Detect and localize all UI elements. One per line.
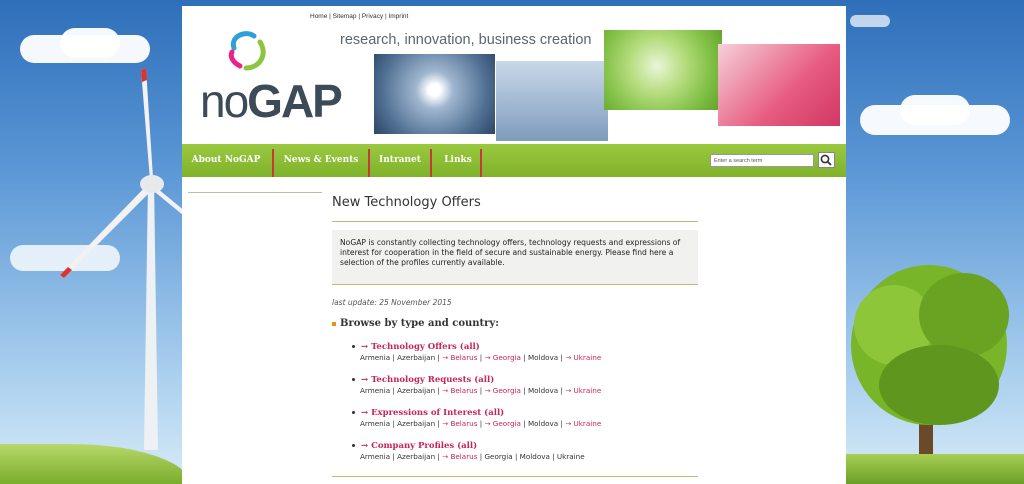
intro-box: NoGAP is constantly collecting technolog… <box>332 230 698 284</box>
cloud <box>60 28 120 58</box>
separator: | <box>520 386 528 395</box>
nav-divider <box>480 149 482 177</box>
country-link[interactable]: → Ukraine <box>565 419 601 428</box>
search-button[interactable] <box>818 152 835 168</box>
bullet-icon <box>352 411 355 414</box>
header-image-hands-light <box>374 54 495 134</box>
nav-divider <box>430 149 432 177</box>
country-label: Azerbaijan <box>397 386 436 395</box>
logo-text-no: no <box>200 75 249 127</box>
separator: | <box>549 452 557 461</box>
nav-intranet[interactable]: Intranet <box>374 144 426 177</box>
country-link[interactable]: → Belarus <box>442 386 477 395</box>
divider <box>332 221 698 222</box>
country-link[interactable]: → Georgia <box>484 386 521 395</box>
expressions-of-interest-link[interactable]: → Expressions of Interest (all) <box>361 408 504 418</box>
page-container: Home | Sitemap | Privacy | Imprint noGAP… <box>182 6 846 484</box>
separator: | <box>520 353 528 362</box>
country-label: Ukraine <box>556 452 585 461</box>
tree-image <box>851 265 1009 484</box>
logo-text-gap: GAP <box>247 75 343 127</box>
technology-requests-link[interactable]: → Technology Requests (all) <box>361 375 494 385</box>
technology-offers-link[interactable]: → Technology Offers (all) <box>361 342 480 352</box>
header-image-city <box>496 61 608 141</box>
bullet-icon <box>352 378 355 381</box>
grass-right <box>844 454 1024 484</box>
country-link[interactable]: → Belarus <box>442 419 477 428</box>
country-label: Azerbaijan <box>397 353 436 362</box>
nav-about[interactable]: About NoGAP <box>186 144 266 177</box>
country-label: Moldova <box>527 353 559 362</box>
tagline: research, innovation, business creation <box>340 32 592 48</box>
search-icon <box>820 154 832 166</box>
country-link[interactable]: → Georgia <box>484 353 521 362</box>
country-link[interactable]: → Belarus <box>442 353 477 362</box>
country-label: Armenia <box>360 452 391 461</box>
country-label: Moldova <box>527 419 559 428</box>
country-label: Armenia <box>360 353 391 362</box>
logo-swirl-icon <box>228 31 266 71</box>
bullet-icon <box>352 444 355 447</box>
divider <box>332 284 698 285</box>
cloud <box>900 95 970 125</box>
separator: | <box>512 452 520 461</box>
divider <box>332 476 698 477</box>
separator: | <box>520 419 528 428</box>
search-input[interactable]: Enter a search term <box>710 154 814 167</box>
country-links: Armenia | Azerbaijan | → Belarus | → Geo… <box>360 386 601 395</box>
country-label: Moldova <box>527 386 559 395</box>
country-label: Azerbaijan <box>397 419 436 428</box>
country-links: Armenia | Azerbaijan | → Belarus | Georg… <box>360 452 585 461</box>
logo[interactable]: noGAP <box>200 75 343 127</box>
country-link[interactable]: → Belarus <box>442 452 477 461</box>
header-image-power-lines <box>718 44 840 126</box>
top-link-imprint[interactable]: Imprint <box>388 13 408 20</box>
country-label: Azerbaijan <box>397 452 436 461</box>
header-image-globe-bulb <box>604 30 722 110</box>
nav-divider <box>368 149 370 177</box>
top-link-privacy[interactable]: Privacy <box>362 13 383 20</box>
country-label: Armenia <box>360 419 391 428</box>
country-label: Georgia <box>484 452 513 461</box>
sidebar-divider <box>188 192 322 193</box>
browse-heading: Browse by type and country: <box>332 318 499 329</box>
cloud <box>850 15 890 27</box>
nav-news-events[interactable]: News & Events <box>278 144 364 177</box>
top-link-sitemap[interactable]: Sitemap <box>333 13 357 20</box>
page-title: New Technology Offers <box>332 195 481 210</box>
country-link[interactable]: → Georgia <box>484 419 521 428</box>
nav-links[interactable]: Links <box>438 144 478 177</box>
browse-heading-text: Browse by type and country: <box>340 318 499 329</box>
last-update: last update: 25 November 2015 <box>332 298 452 307</box>
country-link[interactable]: → Ukraine <box>565 353 601 362</box>
country-label: Armenia <box>360 386 391 395</box>
top-links: Home | Sitemap | Privacy | Imprint <box>310 13 409 20</box>
nav-divider <box>272 149 274 177</box>
orange-square-icon <box>332 321 336 326</box>
country-link[interactable]: → Ukraine <box>565 386 601 395</box>
bullet-icon <box>352 345 355 348</box>
company-profiles-link[interactable]: → Company Profiles (all) <box>361 441 477 451</box>
country-links: Armenia | Azerbaijan | → Belarus | → Geo… <box>360 419 601 428</box>
country-label: Moldova <box>519 452 550 461</box>
country-links: Armenia | Azerbaijan | → Belarus | → Geo… <box>360 353 601 362</box>
top-link-home[interactable]: Home <box>310 13 327 20</box>
